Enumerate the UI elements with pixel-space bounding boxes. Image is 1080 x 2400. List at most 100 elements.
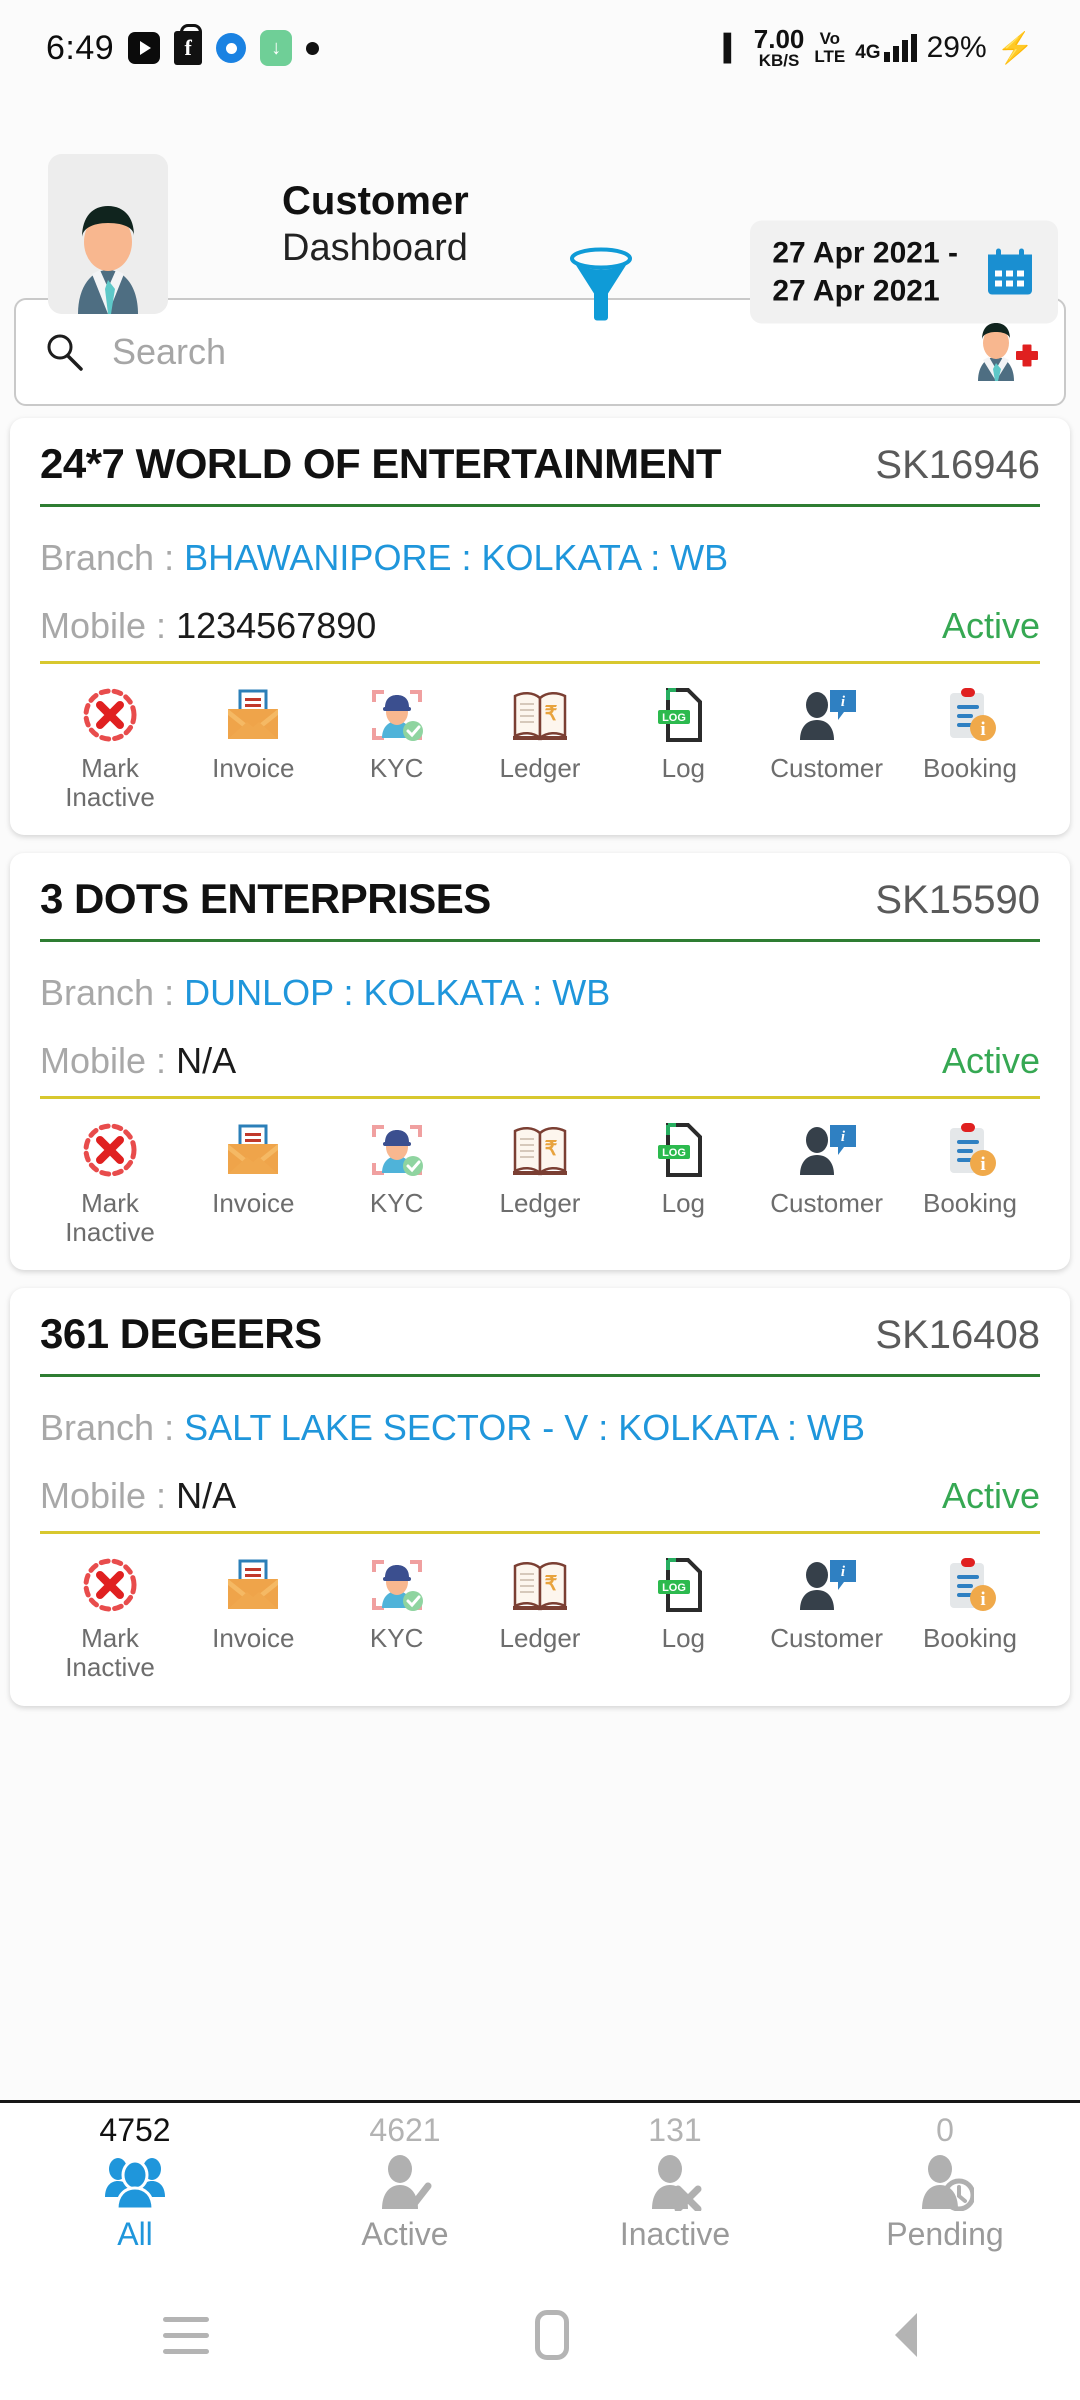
svg-text:i: i xyxy=(980,1589,985,1610)
customer-card[interactable]: 24*7 WORLD OF ENTERTAINMENT SK16946 Bran… xyxy=(10,418,1070,836)
action-mark-inactive[interactable]: Mark Inactive xyxy=(42,684,178,811)
action-customer[interactable]: i Customer xyxy=(759,1119,895,1218)
branch-label: Branch : xyxy=(40,972,175,1014)
action-label: Log xyxy=(661,1623,705,1654)
card-header: 361 DEGEERS SK16408 xyxy=(40,1310,1040,1358)
action-customer[interactable]: i Customer xyxy=(759,684,895,783)
signal-icon: 4G xyxy=(855,34,917,63)
action-mark-inactive[interactable]: Mark Inactive xyxy=(42,1119,178,1246)
action-ledger[interactable]: ₹ Ledger xyxy=(472,684,608,783)
customer-info-icon: i xyxy=(796,684,858,746)
signal-bars xyxy=(883,34,917,62)
action-kyc[interactable]: KYC xyxy=(329,684,465,783)
action-invoice[interactable]: Invoice xyxy=(185,1119,321,1218)
back-icon[interactable] xyxy=(895,2313,917,2357)
search-input[interactable]: Search xyxy=(112,331,946,373)
action-label-line2: Inactive xyxy=(65,781,155,812)
status-badge: Active xyxy=(941,1040,1040,1082)
branch-row: Branch : SALT LAKE SECTOR - V : KOLKATA … xyxy=(40,1407,1040,1449)
customer-card[interactable]: 3 DOTS ENTERPRISES SK15590 Branch : DUNL… xyxy=(10,853,1070,1271)
add-user-icon[interactable] xyxy=(972,323,1038,381)
dot-icon xyxy=(306,41,320,55)
action-label: Customer xyxy=(770,1623,883,1654)
tab-label: Inactive xyxy=(619,2216,731,2253)
tab-all[interactable]: 4752 All xyxy=(0,2103,270,2253)
home-icon[interactable] xyxy=(535,2310,569,2360)
status-time: 6:49 xyxy=(46,28,115,67)
tab-active[interactable]: 4621 Active xyxy=(270,2103,540,2253)
action-label: Invoice xyxy=(212,753,295,783)
customer-info-icon: i xyxy=(796,1554,858,1616)
tab-pending[interactable]: 0 Pending xyxy=(810,2103,1080,2253)
network-type: 4G xyxy=(855,42,881,63)
action-customer[interactable]: i Customer xyxy=(759,1554,895,1653)
svg-text:₹: ₹ xyxy=(545,1573,558,1595)
mobile-group: Mobile : 1234567890 xyxy=(40,605,376,647)
divider-green xyxy=(40,1374,1040,1378)
action-log[interactable]: LOG Log xyxy=(615,684,751,783)
action-label: Mark Inactive xyxy=(65,1624,155,1681)
action-label: Booking xyxy=(922,1188,1017,1219)
mobile-row: Mobile : N/A Active xyxy=(40,1040,1040,1082)
tab-label: Active xyxy=(361,2216,449,2253)
action-kyc[interactable]: KYC xyxy=(329,1119,465,1218)
mobile-group: Mobile : N/A xyxy=(40,1040,236,1082)
vibrate-icon: ▍ xyxy=(723,32,744,63)
ledger-icon: ₹ xyxy=(511,1554,569,1616)
action-log[interactable]: LOG Log xyxy=(615,1554,751,1653)
tab-count: 4621 xyxy=(369,2112,441,2148)
action-mark-inactive[interactable]: Mark Inactive xyxy=(42,1554,178,1681)
action-log[interactable]: LOG Log xyxy=(615,1119,751,1218)
volte-line2: LTE xyxy=(814,47,846,66)
date-range-picker[interactable]: 27 Apr 2021 - 27 Apr 2021 xyxy=(750,220,1058,324)
mark-inactive-icon xyxy=(81,1554,139,1616)
tab-inactive[interactable]: 131 Inactive xyxy=(540,2103,810,2253)
action-label-line2: Inactive xyxy=(65,1216,155,1247)
page-title: Customer Dashboard xyxy=(282,179,469,271)
action-label: Ledger xyxy=(499,753,581,783)
action-ledger[interactable]: ₹ Ledger xyxy=(472,1554,608,1653)
branch-row: Branch : BHAWANIPORE : KOLKATA : WB xyxy=(40,537,1040,579)
user-avatar[interactable] xyxy=(48,154,168,314)
svg-text:LOG: LOG xyxy=(662,1147,686,1159)
action-label: Invoice xyxy=(212,1623,295,1654)
branch-value[interactable]: DUNLOP : KOLKATA : WB xyxy=(184,972,610,1013)
customer-code: SK15590 xyxy=(875,878,1040,923)
action-label: Customer xyxy=(770,753,883,783)
invoice-icon xyxy=(224,1554,282,1616)
action-booking[interactable]: i Booking xyxy=(902,684,1038,783)
status-bar: 6:49 f ↓ ▍ 7.00 KB/S Vo LTE 4G 29% ⚡ xyxy=(0,0,1080,96)
branch-value[interactable]: SALT LAKE SECTOR - V : KOLKATA : WB xyxy=(184,1407,865,1448)
tab-count: 0 xyxy=(936,2112,954,2148)
branch-value[interactable]: BHAWANIPORE : KOLKATA : WB xyxy=(184,537,728,578)
action-label: Mark Inactive xyxy=(65,754,155,811)
date-range-text: 27 Apr 2021 - 27 Apr 2021 xyxy=(772,235,958,310)
user-check-icon xyxy=(376,2150,434,2214)
card-actions: Mark Inactive Invoice KYC ₹ Ledger LOG L… xyxy=(40,1534,1040,1691)
android-nav-bar xyxy=(0,2270,1080,2400)
action-ledger[interactable]: ₹ Ledger xyxy=(472,1119,608,1218)
tab-label: All xyxy=(117,2216,153,2253)
network-speed: 7.00 KB/S xyxy=(754,26,805,70)
flipkart-icon: f xyxy=(174,24,203,65)
filter-funnel-icon[interactable] xyxy=(570,246,632,327)
calendar-icon[interactable] xyxy=(984,246,1036,298)
network-speed-unit: KB/S xyxy=(758,51,800,70)
action-kyc[interactable]: KYC xyxy=(329,1554,465,1653)
battery-percent: 29% xyxy=(926,31,987,64)
customer-card[interactable]: 361 DEGEERS SK16408 Branch : SALT LAKE S… xyxy=(10,1288,1070,1706)
tab-label: Pending xyxy=(886,2216,1004,2253)
tab-count: 4752 xyxy=(99,2112,171,2148)
recents-icon[interactable] xyxy=(163,2316,209,2354)
tab-count: 131 xyxy=(648,2112,702,2148)
date-separator: - xyxy=(948,236,958,270)
action-invoice[interactable]: Invoice xyxy=(185,1554,321,1653)
mark-inactive-icon xyxy=(81,684,139,746)
customer-name: 3 DOTS ENTERPRISES xyxy=(40,875,491,923)
action-booking[interactable]: i Booking xyxy=(902,1554,1038,1653)
log-icon: LOG xyxy=(656,684,710,746)
invoice-icon xyxy=(224,1119,282,1181)
action-booking[interactable]: i Booking xyxy=(902,1119,1038,1218)
log-icon: LOG xyxy=(656,1119,710,1181)
action-invoice[interactable]: Invoice xyxy=(185,684,321,783)
